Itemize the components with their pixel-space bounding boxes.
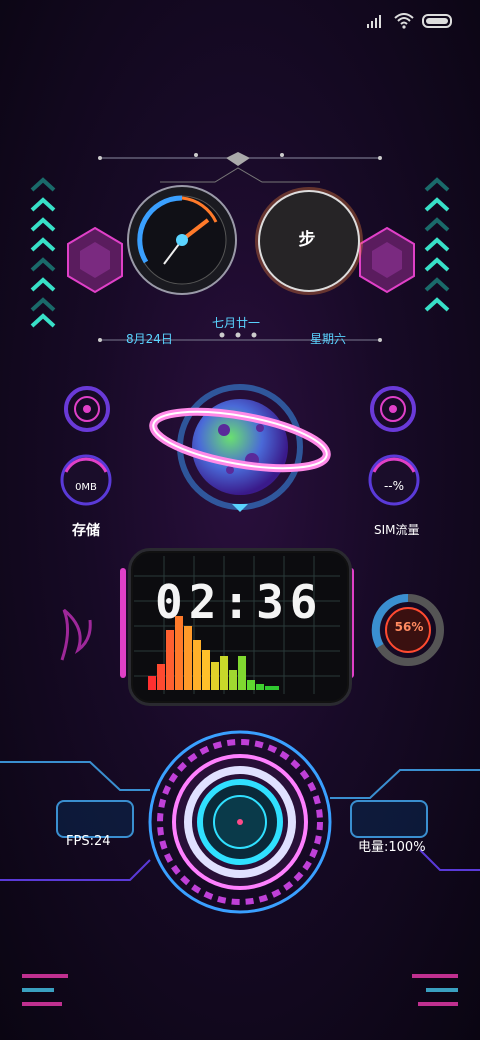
right-top-ring-icon [370, 386, 416, 432]
storage-ring-icon [60, 454, 112, 506]
signal-bars-icon [367, 15, 381, 28]
fps-panel [56, 800, 134, 838]
clock-left-accent [120, 568, 126, 678]
weekday-label: 星期六 [310, 332, 347, 346]
left-hexagon-icon [67, 226, 123, 294]
sim-value: --% [383, 479, 405, 493]
planet-icon[interactable] [140, 372, 340, 532]
right-hexagon-icon [359, 226, 415, 294]
date-label: 8月24日 [126, 332, 173, 346]
storage-label[interactable]: 存储 [72, 520, 100, 540]
plasma-wisp-icon [60, 608, 92, 661]
battery-ring-value: 56% [394, 620, 424, 634]
right-chevron-stack-icon [424, 177, 450, 312]
audio-spectrum-icon [148, 616, 279, 690]
left-menu-bars-icon[interactable] [22, 972, 70, 1008]
sim-data-label[interactable]: SIM流量 [374, 521, 420, 538]
left-top-ring-icon [64, 386, 110, 432]
battery-panel [350, 800, 428, 838]
battery-icon [422, 14, 452, 28]
wifi-icon [394, 13, 414, 29]
status-bar [366, 10, 454, 32]
lunar-date-label: 七月廿一 [212, 316, 261, 330]
battery-level-label: 电量:100% [358, 840, 426, 855]
left-chevron-stack-icon [30, 177, 56, 328]
right-menu-bars-icon[interactable] [410, 972, 458, 1008]
step-label: 步 [298, 230, 316, 250]
storage-value: 0MB [75, 482, 97, 493]
speedometer-gauge-icon [127, 185, 237, 295]
fps-label: FPS:24 [66, 834, 111, 849]
reactor-core-icon[interactable] [140, 726, 340, 918]
